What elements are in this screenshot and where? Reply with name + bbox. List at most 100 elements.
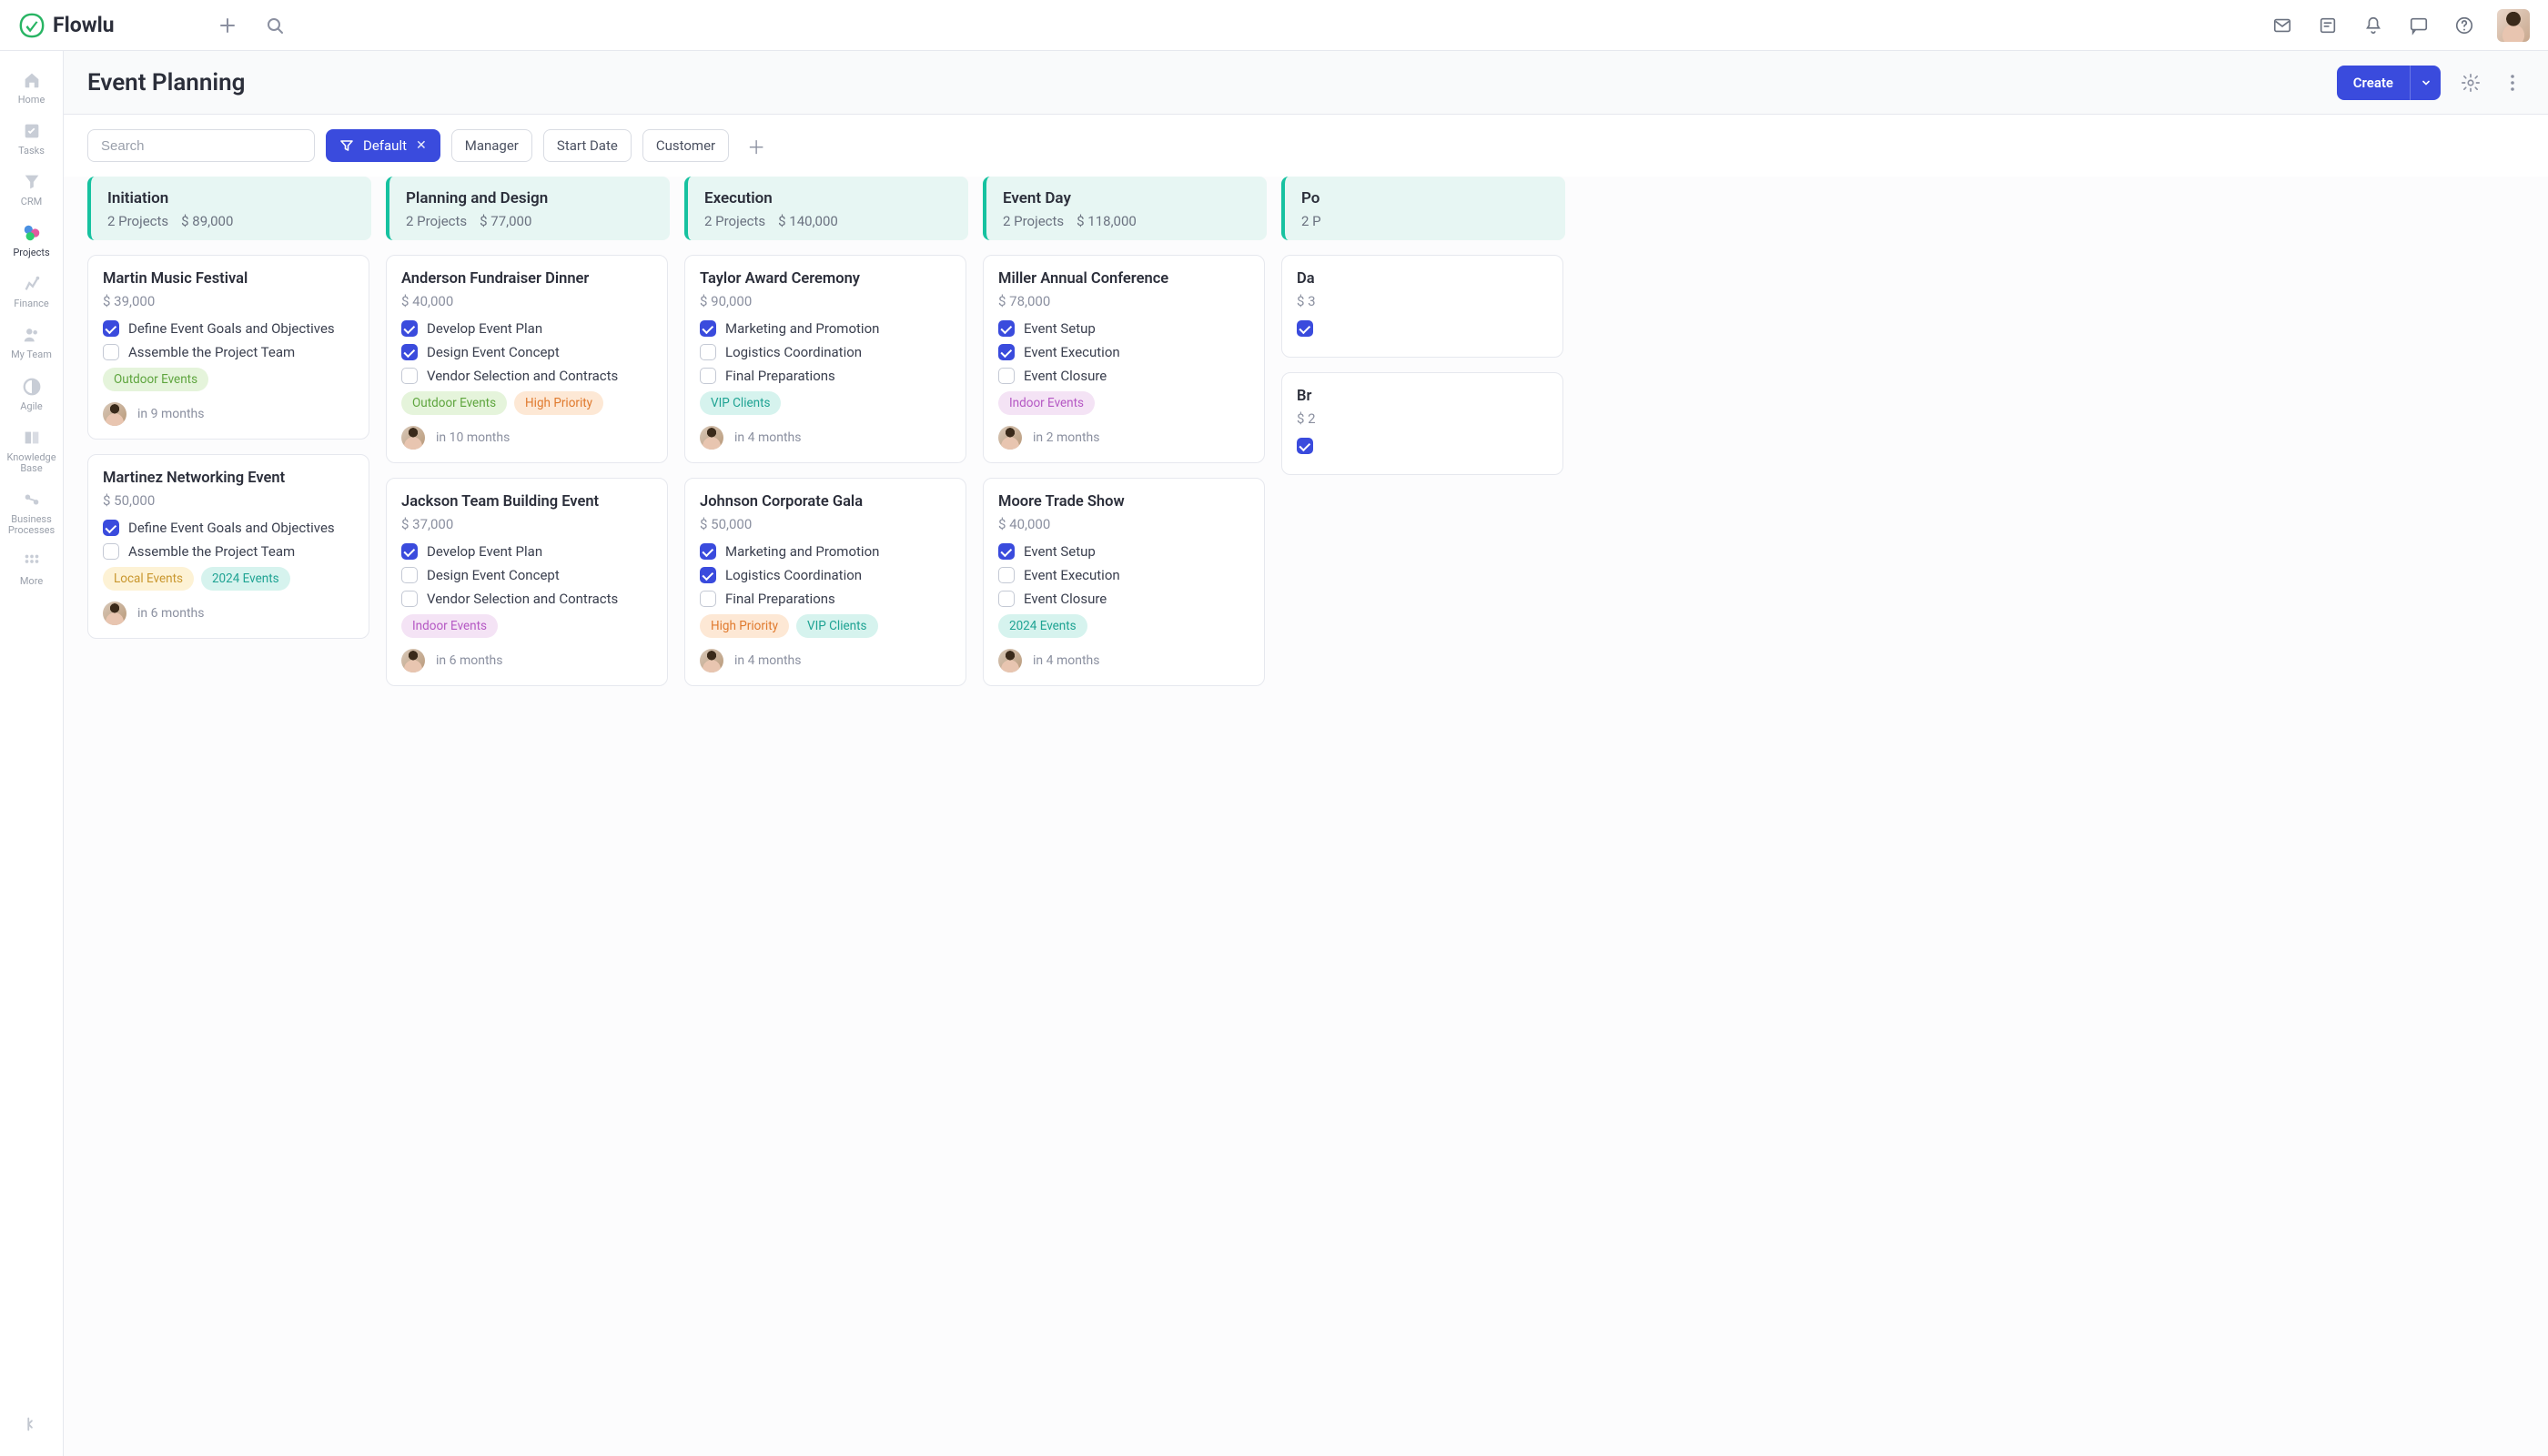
task-row[interactable] xyxy=(1297,320,1548,337)
task-row[interactable]: Logistics Coordination xyxy=(700,344,951,360)
sidebar-item-agile[interactable]: Agile xyxy=(0,369,63,420)
task-row[interactable]: Design Event Concept xyxy=(401,567,652,583)
checkbox[interactable] xyxy=(700,368,716,384)
chevron-down-icon[interactable] xyxy=(2410,66,2441,100)
checkbox[interactable] xyxy=(401,543,418,560)
create-button[interactable]: Create xyxy=(2337,66,2441,100)
filter-add-button[interactable]: ＋ xyxy=(740,129,773,162)
tag[interactable]: Local Events xyxy=(103,567,194,591)
task-row[interactable] xyxy=(1297,438,1548,454)
filter-chip-manager[interactable]: Manager xyxy=(451,129,532,162)
task-row[interactable]: Event Execution xyxy=(998,567,1249,583)
sidebar-item-my-team[interactable]: My Team xyxy=(0,317,63,368)
project-card[interactable]: Miller Annual Conference$ 78,000Event Se… xyxy=(983,255,1265,463)
sidebar-item-more[interactable]: More xyxy=(0,543,63,594)
checkbox[interactable] xyxy=(998,344,1015,360)
gear-icon[interactable] xyxy=(2459,71,2482,95)
add-icon[interactable] xyxy=(215,13,240,38)
more-icon[interactable] xyxy=(2501,71,2524,95)
checkbox[interactable] xyxy=(103,543,119,560)
project-card[interactable]: Da$ 3 xyxy=(1281,255,1563,358)
checkbox[interactable] xyxy=(103,344,119,360)
checkbox[interactable] xyxy=(1297,320,1313,337)
column-header[interactable]: Po2 P xyxy=(1281,177,1565,240)
checkbox[interactable] xyxy=(103,520,119,536)
assignee-avatar[interactable] xyxy=(401,649,425,672)
checkbox[interactable] xyxy=(700,543,716,560)
sidebar-item-finance[interactable]: Finance xyxy=(0,266,63,317)
sidebar-item-home[interactable]: Home xyxy=(0,62,63,113)
checkbox[interactable] xyxy=(1297,438,1313,454)
assignee-avatar[interactable] xyxy=(401,426,425,450)
sidebar-item-business-processes[interactable]: Business Processes xyxy=(0,481,63,543)
checkbox[interactable] xyxy=(998,543,1015,560)
project-card[interactable]: Johnson Corporate Gala$ 50,000Marketing … xyxy=(684,478,966,686)
task-row[interactable]: Vendor Selection and Contracts xyxy=(401,368,652,384)
tag[interactable]: 2024 Events xyxy=(998,614,1087,638)
tag[interactable]: 2024 Events xyxy=(201,567,290,591)
project-card[interactable]: Anderson Fundraiser Dinner$ 40,000Develo… xyxy=(386,255,668,463)
column-header[interactable]: Event Day2 Projects$ 118,000 xyxy=(983,177,1267,240)
sidebar-item-crm[interactable]: CRM xyxy=(0,164,63,215)
sidebar-item-tasks[interactable]: Tasks xyxy=(0,113,63,164)
chat-icon[interactable] xyxy=(2406,13,2432,38)
assignee-avatar[interactable] xyxy=(103,602,126,625)
column-header[interactable]: Planning and Design2 Projects$ 77,000 xyxy=(386,177,670,240)
search-icon[interactable] xyxy=(262,13,288,38)
assignee-avatar[interactable] xyxy=(998,426,1022,450)
filter-chip-customer[interactable]: Customer xyxy=(642,129,729,162)
task-row[interactable]: Define Event Goals and Objectives xyxy=(103,320,354,337)
column-header[interactable]: Execution2 Projects$ 140,000 xyxy=(684,177,968,240)
task-row[interactable]: Marketing and Promotion xyxy=(700,543,951,560)
task-row[interactable]: Vendor Selection and Contracts xyxy=(401,591,652,607)
tag[interactable]: VIP Clients xyxy=(700,391,781,415)
project-card[interactable]: Jackson Team Building Event$ 37,000Devel… xyxy=(386,478,668,686)
close-icon[interactable]: ✕ xyxy=(416,138,427,153)
assignee-avatar[interactable] xyxy=(998,649,1022,672)
checkbox[interactable] xyxy=(103,320,119,337)
sidebar-item-projects[interactable]: Projects xyxy=(0,215,63,266)
task-row[interactable]: Final Preparations xyxy=(700,368,951,384)
assignee-avatar[interactable] xyxy=(103,402,126,426)
task-row[interactable]: Marketing and Promotion xyxy=(700,320,951,337)
checkbox[interactable] xyxy=(998,591,1015,607)
task-row[interactable]: Event Setup xyxy=(998,320,1249,337)
help-icon[interactable] xyxy=(2452,13,2477,38)
task-row[interactable]: Event Closure xyxy=(998,591,1249,607)
task-row[interactable]: Assemble the Project Team xyxy=(103,543,354,560)
checkbox[interactable] xyxy=(700,567,716,583)
task-row[interactable]: Design Event Concept xyxy=(401,344,652,360)
project-card[interactable]: Taylor Award Ceremony$ 90,000Marketing a… xyxy=(684,255,966,463)
tag[interactable]: VIP Clients xyxy=(796,614,877,638)
checkbox[interactable] xyxy=(700,320,716,337)
tag[interactable]: High Priority xyxy=(700,614,789,638)
board-scroll[interactable]: Initiation2 Projects$ 89,000 Martin Music… xyxy=(64,177,2548,1456)
project-card[interactable]: Moore Trade Show$ 40,000Event SetupEvent… xyxy=(983,478,1265,686)
checkbox[interactable] xyxy=(401,368,418,384)
checkbox[interactable] xyxy=(998,320,1015,337)
checkbox[interactable] xyxy=(401,591,418,607)
project-card[interactable]: Martin Music Festival$ 39,000Define Even… xyxy=(87,255,369,440)
project-card[interactable]: Martinez Networking Event$ 50,000Define … xyxy=(87,454,369,639)
tag[interactable]: Indoor Events xyxy=(998,391,1095,415)
sidebar-collapse-icon[interactable] xyxy=(21,1414,43,1436)
assignee-avatar[interactable] xyxy=(700,426,723,450)
column-header[interactable]: Initiation2 Projects$ 89,000 xyxy=(87,177,371,240)
search-input[interactable] xyxy=(87,129,315,162)
brand-logo[interactable]: Flowlu xyxy=(18,12,115,39)
checkbox[interactable] xyxy=(998,368,1015,384)
checkbox[interactable] xyxy=(998,567,1015,583)
task-row[interactable]: Develop Event Plan xyxy=(401,320,652,337)
task-row[interactable]: Define Event Goals and Objectives xyxy=(103,520,354,536)
task-row[interactable]: Develop Event Plan xyxy=(401,543,652,560)
task-row[interactable]: Event Closure xyxy=(998,368,1249,384)
task-row[interactable]: Final Preparations xyxy=(700,591,951,607)
project-card[interactable]: Br$ 2 xyxy=(1281,372,1563,475)
assignee-avatar[interactable] xyxy=(700,649,723,672)
checkbox[interactable] xyxy=(700,591,716,607)
task-row[interactable]: Logistics Coordination xyxy=(700,567,951,583)
checkbox[interactable] xyxy=(401,567,418,583)
filter-chip-start-date[interactable]: Start Date xyxy=(543,129,632,162)
checkbox[interactable] xyxy=(700,344,716,360)
checkbox[interactable] xyxy=(401,320,418,337)
